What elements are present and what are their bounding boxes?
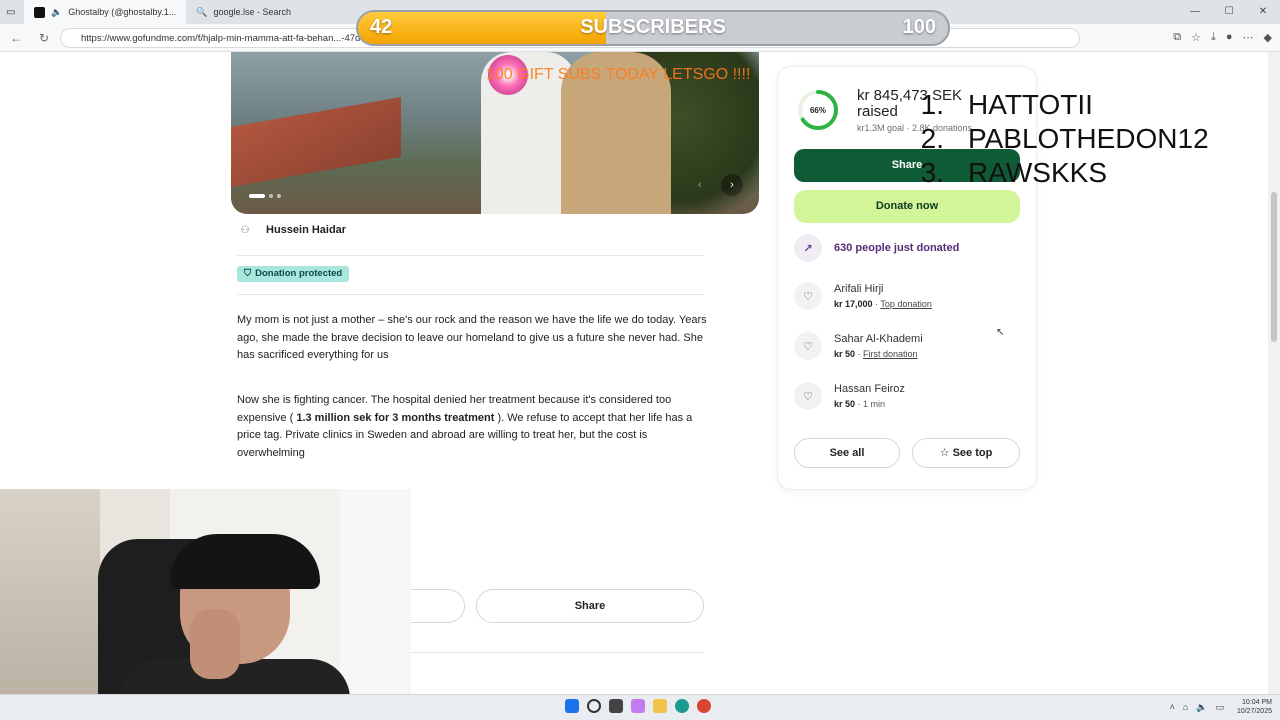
share-button[interactable]: Share: [476, 589, 704, 623]
donor-name: Sahar Al-Khademi: [834, 333, 923, 345]
search-icon[interactable]: [587, 699, 601, 713]
progress-label: 66%: [810, 106, 826, 115]
subscriber-target: 100: [902, 16, 936, 38]
donor-row: ♡ Hassan Feiroz kr 50 · 1 min: [794, 382, 905, 410]
tab-label: Ghostalby (@ghostalby.1...: [68, 7, 177, 17]
copilot-icon[interactable]: [631, 699, 645, 713]
tab-actions[interactable]: ▭: [0, 0, 24, 24]
donor-row: ♡ Arifali Hirji kr 17,000 · Top donation: [794, 282, 932, 310]
donor-time: 1 min: [863, 399, 886, 409]
maximize-button[interactable]: ☐: [1212, 0, 1246, 24]
extensions-icon[interactable]: ⧉: [1173, 31, 1181, 44]
minimize-button[interactable]: —: [1178, 0, 1212, 24]
clock-time: 10:04 PM: [1242, 699, 1272, 706]
scrollbar[interactable]: [1268, 52, 1280, 694]
volume-icon[interactable]: 🔈: [1196, 702, 1207, 713]
donor-name: Hassan Feiroz: [834, 383, 905, 395]
background-window: [340, 489, 411, 720]
tiktok-icon: [34, 6, 45, 18]
organizer: ⚇ Hussein Haidar: [238, 224, 347, 236]
donor-amount: kr 50: [834, 349, 856, 359]
downloads-icon[interactable]: ⤓: [1211, 31, 1216, 44]
divider: [237, 294, 704, 295]
donation-protected-badge[interactable]: ⛉ Donation protected: [237, 266, 350, 282]
mouse-cursor-icon: ↖: [996, 327, 1005, 338]
gift-subs-text: 100 GIFT SUBS TODAY LETSGO !!!!: [486, 66, 751, 83]
progress-ring: 66%: [798, 90, 838, 130]
organizer-name[interactable]: Hussein Haidar: [266, 224, 346, 236]
battery-icon[interactable]: ▭: [1215, 702, 1224, 713]
hero-roof: [231, 97, 401, 187]
webcam-feed: [0, 489, 411, 720]
heart-hand-icon: ♡: [794, 382, 822, 410]
see-top-button[interactable]: ☆ See top: [912, 438, 1020, 468]
window-controls: — ☐ ✕: [1178, 0, 1280, 24]
close-button[interactable]: ✕: [1246, 0, 1280, 24]
taskbar-apps: [565, 699, 711, 713]
leaderboard-row: 2. PABLOTHEDON12: [920, 123, 1209, 154]
network-icon[interactable]: ⌂: [1183, 702, 1188, 713]
scrollbar-thumb[interactable]: [1271, 192, 1277, 342]
donate-now-button[interactable]: Donate now: [794, 190, 1020, 223]
tab-tiktok[interactable]: 🔈 Ghostalby (@ghostalby.1...: [24, 0, 187, 24]
person-icon: ⚇: [240, 224, 250, 236]
donate-outline-button[interactable]: [411, 589, 465, 623]
donor-name: Arifali Hirji: [834, 283, 884, 295]
leaderboard-row: 1. HATTOTII: [920, 89, 1093, 120]
tab-list-icon[interactable]: ▭: [6, 7, 15, 18]
heart-hand-icon: ♡: [794, 332, 822, 360]
profile-icon[interactable]: ●: [1226, 31, 1233, 44]
chevron-up-icon[interactable]: ˄: [1170, 702, 1175, 713]
donor-amount: kr 17,000: [834, 299, 873, 309]
clock-date: 10/27/2025: [1236, 708, 1272, 715]
shield-icon: ⛉: [244, 268, 252, 279]
browser-toolbar: ⧉ ☆ ⤓ ● ⋯ ◆: [1173, 31, 1272, 44]
task-view-icon[interactable]: [609, 699, 623, 713]
refresh-icon[interactable]: ↻: [32, 31, 56, 45]
favorites-icon[interactable]: ☆: [1191, 31, 1201, 44]
taskbar: ˄ ⌂ 🔈 ▭ 10:04 PM 10/27/2025: [0, 694, 1280, 720]
back-icon[interactable]: ←: [4, 31, 28, 45]
donor-tag-link[interactable]: Top donation: [880, 299, 932, 309]
clock[interactable]: 10:04 PM 10/27/2025: [1237, 698, 1272, 716]
trending-icon: ↗: [794, 234, 822, 262]
story-paragraph: Now she is fighting cancer. The hospital…: [237, 394, 693, 459]
edge-icon[interactable]: [675, 699, 689, 713]
more-icon[interactable]: ⋯: [1243, 31, 1254, 44]
donor-amount: kr 50: [834, 399, 856, 409]
leaderboard-row: 3. RAWSKKS: [920, 157, 1107, 188]
recent-donations-text: 630 people just donated: [834, 242, 960, 254]
donor-row: ♡ Sahar Al-Khademi kr 50 · First donatio…: [794, 332, 923, 360]
tab-label: google.lse - Search: [213, 7, 292, 17]
see-all-button[interactable]: See all: [794, 438, 900, 468]
carousel-next-icon[interactable]: ›: [721, 174, 743, 196]
subscriber-goal-bar: 42 SUBSCRIBERS 100: [356, 10, 950, 46]
streamer-cap: [170, 534, 320, 589]
windows-start-icon[interactable]: [565, 699, 579, 713]
background-room: [0, 489, 100, 720]
divider: [237, 255, 704, 256]
story-paragraph: My mom is not just a mother – she's our …: [237, 314, 707, 361]
speaker-icon[interactable]: 🔈: [51, 7, 62, 18]
leaderboard: 1. HATTOTII 2. PABLOTHEDON12 3. RAWSKKS: [916, 88, 1209, 190]
donor-tag-link[interactable]: First donation: [863, 349, 918, 359]
carousel-prev-icon[interactable]: ‹: [689, 174, 711, 196]
search-icon: 🔍: [196, 6, 208, 17]
carousel-dots: [249, 194, 281, 198]
system-tray: ˄ ⌂ 🔈 ▭: [1170, 702, 1224, 713]
heart-hand-icon: ♡: [794, 282, 822, 310]
recent-donations: ↗ 630 people just donated: [794, 234, 959, 262]
tab-search[interactable]: 🔍 google.lse - Search: [186, 0, 301, 24]
copilot-icon[interactable]: ◆: [1264, 31, 1272, 44]
obs-icon[interactable]: [697, 699, 711, 713]
subscriber-goal-title: SUBSCRIBERS: [580, 16, 726, 38]
file-explorer-icon[interactable]: [653, 699, 667, 713]
star-icon: ☆: [939, 447, 953, 459]
streamer-hand: [190, 609, 240, 679]
